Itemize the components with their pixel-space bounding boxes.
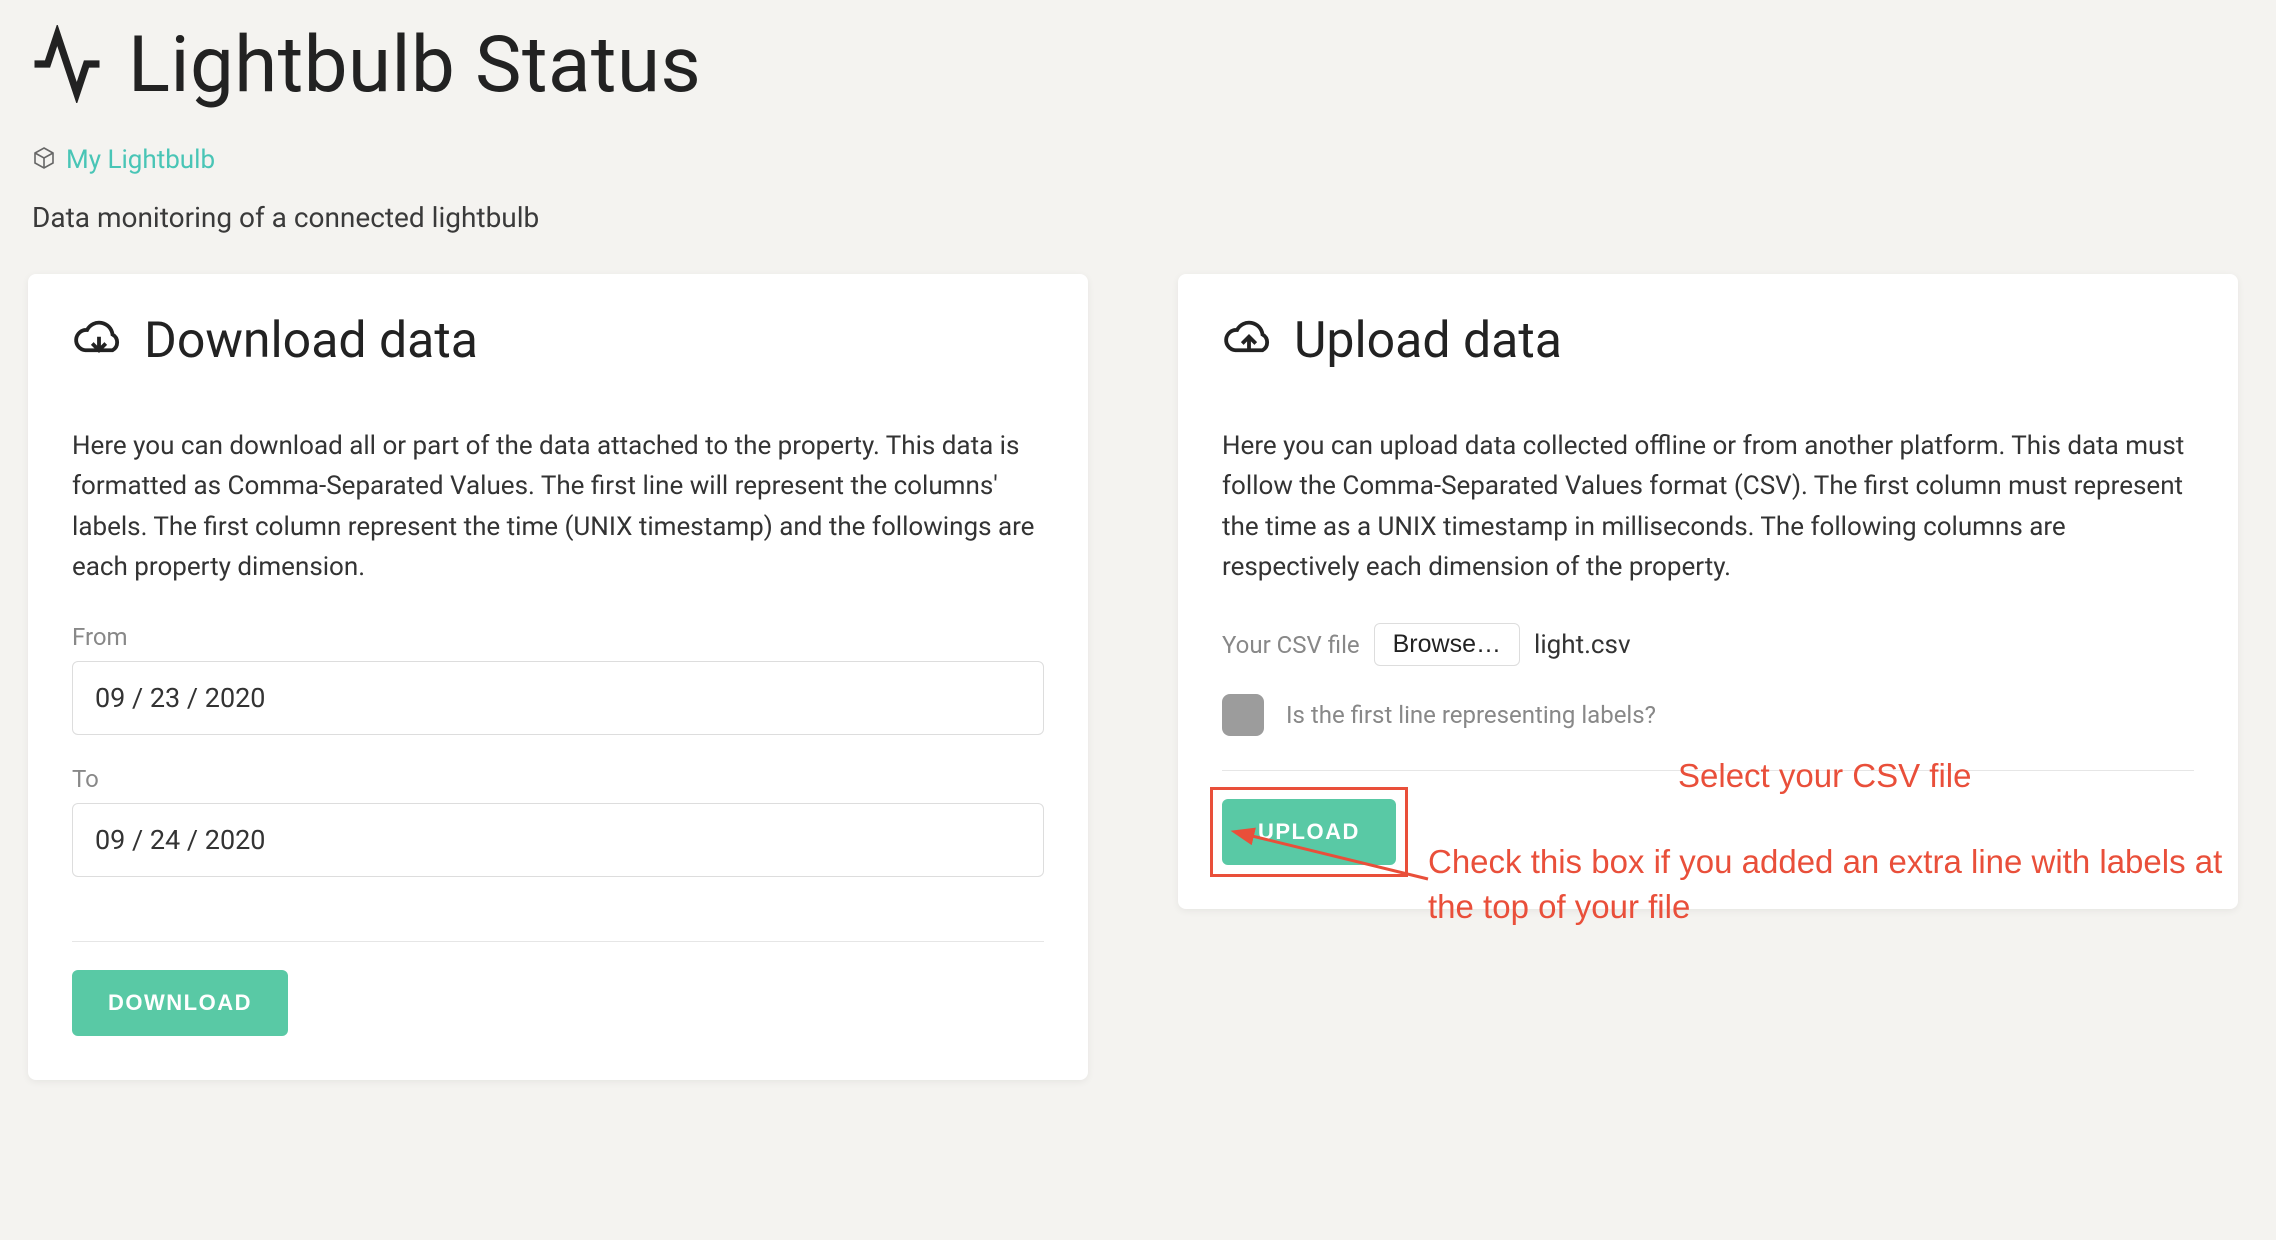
- browse-button[interactable]: Browse…: [1374, 623, 1520, 666]
- upload-card-title: Upload data: [1294, 312, 1562, 370]
- package-icon: [32, 146, 56, 174]
- from-label: From: [72, 623, 1044, 651]
- upload-button[interactable]: UPLOAD: [1222, 799, 1396, 865]
- breadcrumb-link-my-lightbulb[interactable]: My Lightbulb: [66, 145, 215, 175]
- activity-icon: [28, 25, 106, 107]
- divider: [72, 941, 1044, 942]
- from-date-input[interactable]: [72, 661, 1044, 735]
- cloud-upload-icon: [1222, 312, 1276, 370]
- labels-checkbox[interactable]: [1222, 694, 1264, 736]
- upload-card: Upload data Here you can upload data col…: [1178, 274, 2238, 909]
- page-subtitle: Data monitoring of a connected lightbulb: [28, 201, 2248, 234]
- divider: [1222, 770, 2194, 771]
- breadcrumb: My Lightbulb: [28, 145, 2248, 175]
- file-input-label: Your CSV file: [1222, 631, 1360, 659]
- annotation-check-box: Check this box if you added an extra lin…: [1428, 840, 2238, 929]
- download-card-desc: Here you can download all or part of the…: [72, 426, 1044, 587]
- selected-file-name: light.csv: [1534, 630, 1631, 660]
- cloud-download-icon: [72, 312, 126, 370]
- labels-checkbox-label: Is the first line representing labels?: [1286, 701, 1656, 729]
- download-button[interactable]: DOWNLOAD: [72, 970, 288, 1036]
- upload-card-desc: Here you can upload data collected offli…: [1222, 426, 2194, 587]
- annotation-select-file: Select your CSV file: [1678, 754, 1971, 799]
- to-label: To: [72, 765, 1044, 793]
- download-card: Download data Here you can download all …: [28, 274, 1088, 1080]
- to-date-input[interactable]: [72, 803, 1044, 877]
- download-card-title: Download data: [144, 312, 478, 370]
- page-header: Lightbulb Status: [28, 20, 2248, 111]
- page-title: Lightbulb Status: [128, 20, 701, 111]
